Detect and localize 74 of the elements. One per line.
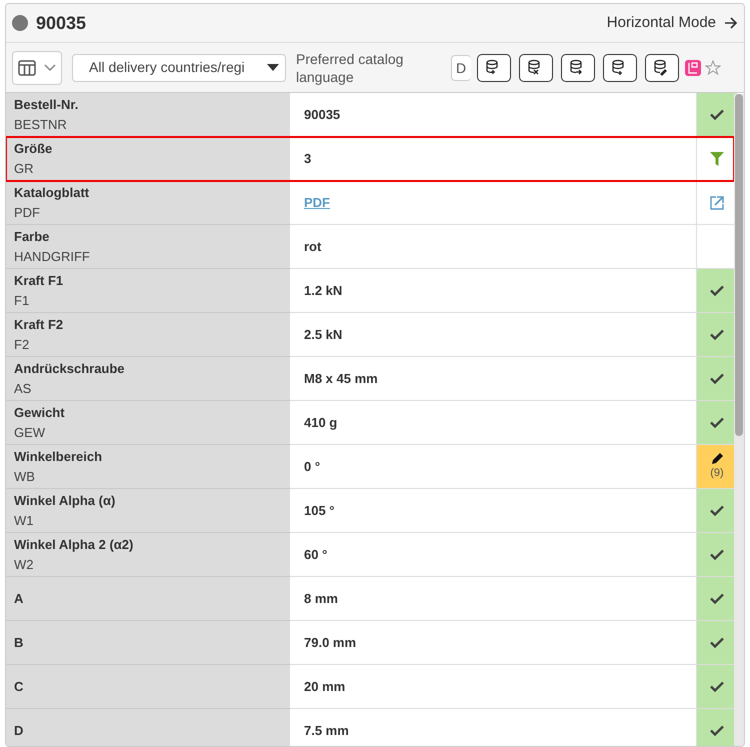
field-code: GR <box>14 160 34 178</box>
check-icon <box>710 505 724 516</box>
copy-database-button[interactable] <box>603 54 637 82</box>
record-title: 90035 <box>36 12 86 34</box>
field-code: AS <box>14 380 32 398</box>
favorite-star-icon[interactable] <box>705 60 721 76</box>
field-label: Kraft F2 <box>14 316 64 334</box>
check-icon <box>710 109 724 120</box>
export-database-button[interactable] <box>561 54 595 82</box>
catalog-icon[interactable] <box>685 60 701 76</box>
field-value: rot <box>304 238 322 256</box>
check-icon <box>710 725 724 736</box>
field-label: C <box>14 678 24 696</box>
check-icon <box>710 549 724 560</box>
field-code: HANDGRIFF <box>14 248 91 266</box>
external-link-icon[interactable] <box>709 194 725 210</box>
field-value: 7.5 mm <box>304 722 349 740</box>
field-value: 2.5 kN <box>304 326 342 344</box>
add-database-button[interactable] <box>477 54 511 82</box>
delete-database-button[interactable] <box>519 54 553 82</box>
field-label: Bestell-Nr. <box>14 96 80 114</box>
field-label: Winkelbereich <box>14 448 104 466</box>
table-icon <box>18 60 36 76</box>
check-icon <box>710 417 724 428</box>
field-value: 79.0 mm <box>304 634 356 652</box>
arrow-icon <box>724 17 738 29</box>
field-code: GEW <box>14 424 46 442</box>
field-code: PDF <box>14 204 41 222</box>
field-code: F2 <box>14 336 30 354</box>
field-value: 105 ° <box>304 502 335 520</box>
field-value: 0 ° <box>304 458 320 476</box>
field-code: WB <box>14 468 36 486</box>
check-icon <box>710 373 724 384</box>
field-code: F1 <box>14 292 30 310</box>
status-icon <box>12 15 28 31</box>
edit-count: (9) <box>710 466 724 481</box>
check-icon <box>710 285 724 296</box>
field-label: Gewicht <box>14 404 66 422</box>
language-label: Preferred catalog language <box>296 50 404 86</box>
field-label: A <box>14 590 24 608</box>
field-label: Winkel Alpha 2 (α2) <box>14 536 134 554</box>
field-label: Größe <box>14 140 54 158</box>
field-value: 1.2 kN <box>304 282 342 300</box>
check-icon <box>710 593 724 604</box>
field-code: W2 <box>14 556 34 574</box>
check-icon <box>710 681 724 692</box>
field-value: M8 x 45 mm <box>304 370 378 388</box>
field-value: 410 g <box>304 414 338 432</box>
field-value: 90035 <box>304 106 340 124</box>
field-value: 20 mm <box>304 678 346 696</box>
filter-icon[interactable] <box>710 152 724 166</box>
horizontal-mode-link[interactable]: Horizontal Mode <box>606 12 738 34</box>
caret-down-icon <box>267 64 279 71</box>
field-value: 8 mm <box>304 590 338 608</box>
field-label: Winkel Alpha (α) <box>14 492 116 510</box>
field-label: B <box>14 634 24 652</box>
pencil-icon[interactable] <box>710 452 724 465</box>
check-icon <box>710 637 724 648</box>
field-label: Katalogblatt <box>14 184 90 202</box>
check-icon <box>710 329 724 340</box>
scrollbar[interactable] <box>734 94 744 746</box>
language-field[interactable]: D <box>451 54 471 80</box>
edit-database-button[interactable] <box>645 54 679 82</box>
field-value: 60 ° <box>304 546 328 564</box>
chevron-down-icon <box>44 64 56 72</box>
table-view-dropdown[interactable] <box>12 50 62 84</box>
field-label: Farbe <box>14 228 50 246</box>
field-label: Kraft F1 <box>14 272 64 290</box>
field-label: Andrückschraube <box>14 360 126 378</box>
field-code: W1 <box>14 512 34 530</box>
field-code: BESTNR <box>14 116 68 134</box>
field-value: 3 <box>304 150 312 168</box>
field-label: D <box>14 722 24 740</box>
country-select[interactable]: All delivery countries/regi <box>72 54 286 82</box>
